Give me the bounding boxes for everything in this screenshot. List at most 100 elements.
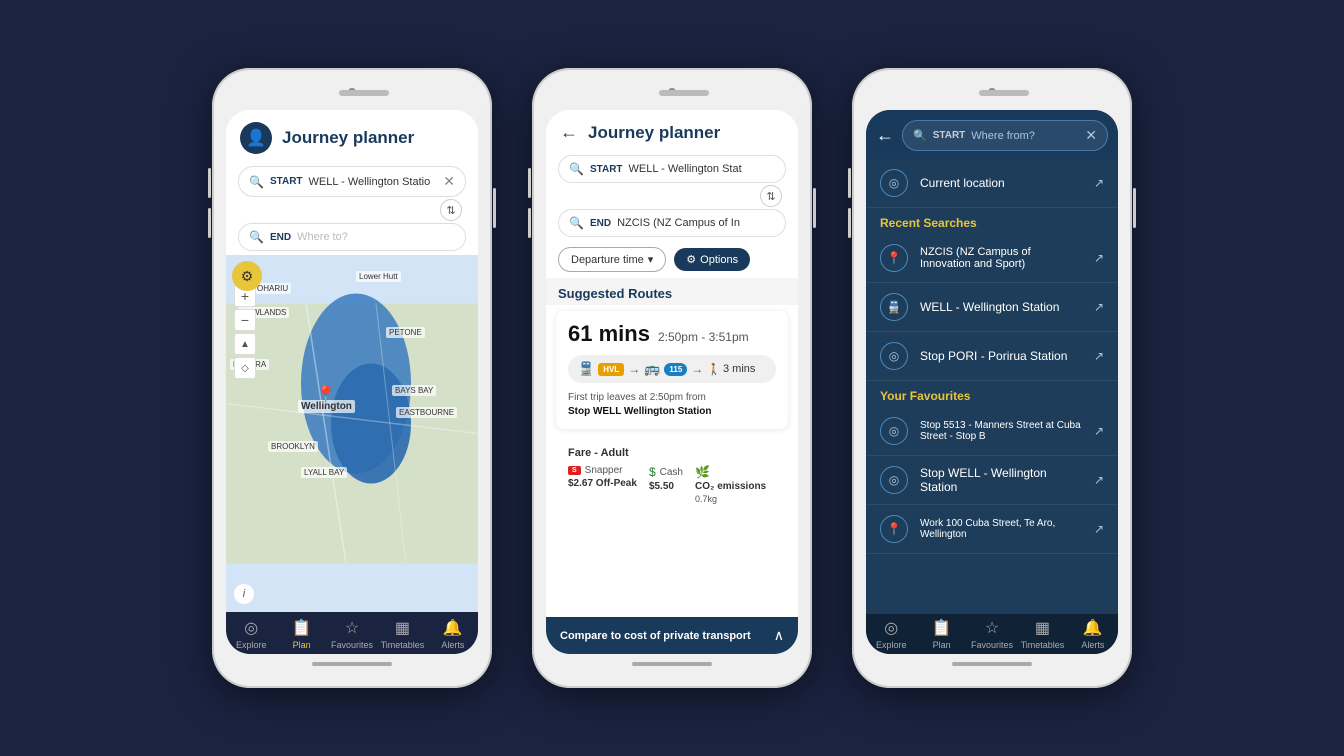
departure-chevron: ▾ xyxy=(648,253,654,266)
recent-icon-3: ◎ xyxy=(880,342,908,370)
end-placeholder-1: Where to? xyxy=(297,231,348,243)
nav-tt-label-1: Timetables xyxy=(381,640,425,650)
swap-button-2[interactable]: ⇅ xyxy=(760,185,782,207)
recent-item-1[interactable]: 📍 NZCIS (NZ Campus of Innovation and Spo… xyxy=(866,234,1118,283)
compare-bar[interactable]: Compare to cost of private transport ∧ xyxy=(546,617,798,654)
fav-arrow-1: ↗ xyxy=(1094,424,1104,438)
fav-icon-3: 📍 xyxy=(880,515,908,543)
co2-icon: 🌿 xyxy=(695,465,710,479)
recent-item-3[interactable]: ◎ Stop PORI - Porirua Station ↗ xyxy=(866,332,1118,381)
route-icons-row: 🚆 HVL → 🚌 115 → 🚶 3 mins xyxy=(568,355,776,383)
arrow-1: → xyxy=(628,362,640,376)
start-field-2[interactable]: 🔍 START WELL - Wellington Stat xyxy=(558,155,786,183)
phone-top-3 xyxy=(866,82,1118,110)
screen2-header: ← Journey planner xyxy=(546,110,798,151)
recent-item-2[interactable]: 🚆 WELL - Wellington Station ↗ xyxy=(866,283,1118,332)
search-box-3[interactable]: 🔍 START Where from? ✕ xyxy=(902,120,1108,151)
fav-item-1[interactable]: ◎ Stop 5513 - Manners Street at Cuba Str… xyxy=(866,407,1118,456)
phone-bottom-1 xyxy=(226,654,478,674)
recent-icon-2: 🚆 xyxy=(880,293,908,321)
nav-tt-3[interactable]: ▦ Timetables xyxy=(1017,618,1067,650)
fav-icon-2: ◎ xyxy=(880,466,908,494)
walk-badge: 🚶 3 mins xyxy=(707,363,755,376)
map-label-eastbourne: EASTBOURNE xyxy=(396,407,457,418)
map-options-btn[interactable]: ⚙ xyxy=(232,261,262,291)
cash-icon: $ xyxy=(649,465,656,479)
fare-cash-icon-row: $ Cash xyxy=(649,465,683,479)
vol-button-2b xyxy=(528,208,531,238)
end-field-1[interactable]: 🔍 END Where to? xyxy=(238,223,466,251)
start-label-2: START xyxy=(590,164,623,175)
map-area-1[interactable]: Lower Hutt OHARIU NEWLANDS PETONE BAYS B… xyxy=(226,255,478,612)
avatar-icon[interactable]: 👤 xyxy=(240,122,272,154)
phone-bottom-2 xyxy=(546,654,798,674)
compass-btn[interactable]: ◇ xyxy=(234,357,256,379)
hvl-badge: HVL xyxy=(598,363,624,376)
map-info-btn[interactable]: i xyxy=(234,584,254,604)
trip-info-text: First trip leaves at 2:50pm from xyxy=(568,392,706,403)
fare-row: S Snapper $2.67 Off-Peak $ Cash $5.50 🌿 xyxy=(568,465,776,504)
map-label-petone: PETONE xyxy=(386,327,425,338)
nav-fav-3[interactable]: ☆ Favourites xyxy=(967,618,1017,650)
nav-plan-1[interactable]: 📋 Plan xyxy=(276,618,326,650)
nav-explore-3[interactable]: ◎ Explore xyxy=(866,618,916,650)
fare-snapper: S Snapper $2.67 Off-Peak xyxy=(568,465,637,504)
swap-button-1[interactable]: ⇅ xyxy=(440,199,462,221)
back-button-2[interactable]: ← xyxy=(560,122,578,143)
screen2-title: Journey planner xyxy=(588,123,720,143)
nav-alerts-label-3: Alerts xyxy=(1081,640,1104,650)
arrow-2: → xyxy=(691,362,703,376)
search3-placeholder: Where from? xyxy=(971,130,1079,142)
nav-favourites-1[interactable]: ☆ Favourites xyxy=(327,618,377,650)
nav-plan-label-1: Plan xyxy=(293,640,311,650)
home-indicator-3 xyxy=(952,662,1032,666)
fav-arrow-3: ↗ xyxy=(1094,522,1104,536)
options-button[interactable]: ⚙ Options xyxy=(674,248,750,271)
current-location-row[interactable]: ◎ Current location ↗ xyxy=(866,159,1118,208)
map-controls: + − ▲ ◇ xyxy=(234,285,256,379)
nav-timetables-1[interactable]: ▦ Timetables xyxy=(377,618,427,650)
speaker-1 xyxy=(339,90,389,96)
fare-co2: 🌿 CO₂ emissions 0.7kg xyxy=(695,465,766,504)
zoom-out-btn[interactable]: − xyxy=(234,309,256,331)
end-label-1: END xyxy=(270,232,291,243)
nav-plan-icon-3: 📋 xyxy=(932,618,952,638)
departure-time-btn[interactable]: Departure time ▾ xyxy=(558,247,666,272)
location-btn[interactable]: ▲ xyxy=(234,333,256,355)
home-indicator-1 xyxy=(312,662,392,666)
walk-label: 3 mins xyxy=(723,363,755,375)
search-icon-s2: 🔍 xyxy=(569,162,584,176)
nav-explore-1[interactable]: ◎ Explore xyxy=(226,618,276,650)
route-time-row: 61 mins 2:50pm - 3:51pm xyxy=(568,321,776,347)
speaker-3 xyxy=(979,90,1029,96)
map-label-bays-bay: BAYS BAY xyxy=(392,385,436,396)
screen1-header: 👤 Journey planner xyxy=(226,110,478,162)
map-pin: 📍 xyxy=(315,385,337,406)
recent-icon-1: 📍 xyxy=(880,244,908,272)
swap-container-2: ⇅ xyxy=(546,185,798,207)
nav-plan-3[interactable]: 📋 Plan xyxy=(916,618,966,650)
co2-label: CO₂ emissions xyxy=(695,481,766,492)
screen3-content: ◎ Current location ↗ Recent Searches 📍 N… xyxy=(866,159,1118,614)
search-icon-end-1: 🔍 xyxy=(249,230,264,244)
map-background: Lower Hutt OHARIU NEWLANDS PETONE BAYS B… xyxy=(226,255,478,612)
route-card-1[interactable]: 61 mins 2:50pm - 3:51pm 🚆 HVL → 🚌 115 → … xyxy=(556,311,788,429)
back-button-3[interactable]: ← xyxy=(876,125,894,146)
nav-explore-label-1: Explore xyxy=(236,640,267,650)
nav-alerts-label-1: Alerts xyxy=(441,640,464,650)
end-field-2[interactable]: 🔍 END NZCIS (NZ Campus of In xyxy=(558,209,786,237)
clear-icon-1[interactable]: ✕ xyxy=(443,173,455,190)
vol-button-3b xyxy=(848,208,851,238)
fav-item-3[interactable]: 📍 Work 100 Cuba Street, Te Aro, Wellingt… xyxy=(866,505,1118,554)
nav-alerts-1[interactable]: 🔔 Alerts xyxy=(428,618,478,650)
nav-alerts-3[interactable]: 🔔 Alerts xyxy=(1068,618,1118,650)
nav-tt-icon-1: ▦ xyxy=(395,618,410,638)
start-field-1[interactable]: 🔍 START WELL - Wellington Statio ✕ xyxy=(238,166,466,197)
screen-3: ← 🔍 START Where from? ✕ ◎ Current locati… xyxy=(866,110,1118,654)
start-label-1: START xyxy=(270,176,303,187)
phone-3: ← 🔍 START Where from? ✕ ◎ Current locati… xyxy=(852,68,1132,688)
fav-item-2[interactable]: ◎ Stop WELL - Wellington Station ↗ xyxy=(866,456,1118,505)
clear-icon-3[interactable]: ✕ xyxy=(1085,127,1097,144)
start-label-3: START xyxy=(933,130,966,141)
nav-fav-icon-1: ☆ xyxy=(345,618,359,638)
